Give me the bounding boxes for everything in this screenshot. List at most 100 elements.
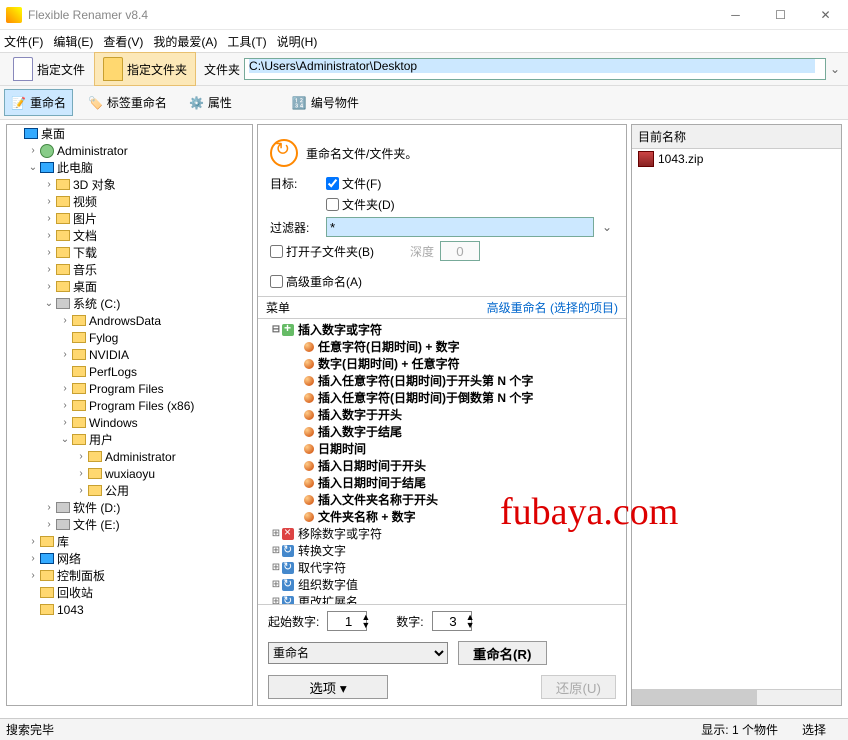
expand-icon[interactable]: ⊞ bbox=[270, 528, 282, 539]
folder-tree[interactable]: 桌面›Administrator⌄此电脑›3D 对象›视频›图片›文档›下载›音… bbox=[6, 124, 253, 706]
expand-icon[interactable]: › bbox=[43, 519, 55, 530]
number-objects-button[interactable]: 🔢 编号物件 bbox=[285, 89, 366, 116]
tree-item[interactable]: ›Windows bbox=[7, 414, 252, 431]
menu-tree-item[interactable]: 插入日期时间于开头 bbox=[258, 457, 626, 474]
tree-item[interactable]: ›3D 对象 bbox=[7, 176, 252, 193]
minimize-button[interactable]: ─ bbox=[713, 0, 758, 30]
rename-button[interactable]: 重命名(R) bbox=[458, 641, 547, 665]
menu-tree-item[interactable]: 插入文件夹名称于开头 bbox=[258, 491, 626, 508]
expand-icon[interactable]: › bbox=[59, 315, 71, 326]
menu-tree-item[interactable]: 插入日期时间于结尾 bbox=[258, 474, 626, 491]
menu-help[interactable]: 说明(H) bbox=[277, 33, 318, 50]
tree-item[interactable]: ›Administrator bbox=[7, 448, 252, 465]
expand-icon[interactable]: › bbox=[27, 570, 39, 581]
tree-item[interactable]: ›音乐 bbox=[7, 261, 252, 278]
menu-tree-item[interactable]: ⊞组织数字值 bbox=[258, 576, 626, 593]
open-subfolder-checkbox[interactable]: 打开子文件夹(B) bbox=[270, 243, 374, 260]
specify-file-button[interactable]: 指定文件 bbox=[4, 52, 94, 86]
expand-icon[interactable]: › bbox=[59, 349, 71, 360]
menu-tree-item[interactable]: ⊞移除数字或字符 bbox=[258, 525, 626, 542]
chevron-down-icon[interactable]: ⌄ bbox=[826, 62, 844, 76]
close-button[interactable]: ✕ bbox=[803, 0, 848, 30]
menu-tree-item[interactable]: 任意字符(日期时间) + 数字 bbox=[258, 338, 626, 355]
expand-icon[interactable]: ⊞ bbox=[270, 545, 282, 556]
menu-tree-item[interactable]: 插入数字于开头 bbox=[258, 406, 626, 423]
expand-icon[interactable]: ⌄ bbox=[27, 162, 39, 173]
spinner-icon[interactable]: ▲▼ bbox=[466, 613, 475, 629]
expand-icon[interactable]: ⊞ bbox=[270, 579, 282, 590]
menu-tree-item[interactable]: ⊞更改扩展名 bbox=[258, 593, 626, 604]
list-item[interactable]: 1043.zip bbox=[632, 149, 841, 169]
specify-folder-button[interactable]: 指定文件夹 bbox=[94, 52, 196, 86]
expand-icon[interactable]: › bbox=[43, 196, 55, 207]
tree-item[interactable]: ›文件 (E:) bbox=[7, 516, 252, 533]
tree-item[interactable]: 回收站 bbox=[7, 584, 252, 601]
target-folder-checkbox[interactable]: 文件夹(D) bbox=[326, 196, 395, 213]
path-input[interactable] bbox=[249, 59, 815, 73]
tree-item[interactable]: ›视频 bbox=[7, 193, 252, 210]
expand-icon[interactable]: ⊞ bbox=[270, 596, 282, 604]
rename-menu-tree[interactable]: ⊟插入数字或字符任意字符(日期时间) + 数字数字(日期时间) + 任意字符插入… bbox=[258, 318, 626, 604]
expand-icon[interactable]: › bbox=[59, 400, 71, 411]
advanced-rename-checkbox[interactable]: 高级重命名(A) bbox=[270, 273, 362, 290]
menu-tree-item[interactable]: ⊟插入数字或字符 bbox=[258, 321, 626, 338]
tree-item[interactable]: PerfLogs bbox=[7, 363, 252, 380]
column-header-name[interactable]: 目前名称 bbox=[632, 125, 841, 149]
menu-tools[interactable]: 工具(T) bbox=[227, 33, 266, 50]
expand-icon[interactable]: ⊟ bbox=[270, 324, 282, 335]
tree-item[interactable]: ›下载 bbox=[7, 244, 252, 261]
tree-item[interactable]: ›AndrowsData bbox=[7, 312, 252, 329]
tree-item[interactable]: ›网络 bbox=[7, 550, 252, 567]
menu-favorites[interactable]: 我的最爱(A) bbox=[153, 33, 217, 50]
expand-icon[interactable]: › bbox=[75, 485, 87, 496]
menu-tree-item[interactable]: 插入任意字符(日期时间)于倒数第 N 个字 bbox=[258, 389, 626, 406]
expand-icon[interactable]: ⌄ bbox=[43, 298, 55, 309]
tree-item[interactable]: ›软件 (D:) bbox=[7, 499, 252, 516]
tree-item[interactable]: ›桌面 bbox=[7, 278, 252, 295]
maximize-button[interactable]: ☐ bbox=[758, 0, 803, 30]
tree-item[interactable]: ›库 bbox=[7, 533, 252, 550]
expand-icon[interactable]: › bbox=[59, 417, 71, 428]
tree-item[interactable]: Fylog bbox=[7, 329, 252, 346]
expand-icon[interactable]: › bbox=[43, 179, 55, 190]
tree-item[interactable]: ›wuxiaoyu bbox=[7, 465, 252, 482]
tree-item[interactable]: ›公用 bbox=[7, 482, 252, 499]
expand-icon[interactable]: › bbox=[43, 502, 55, 513]
path-combobox[interactable] bbox=[244, 58, 826, 80]
attributes-button[interactable]: ⚙️ 属性 bbox=[182, 89, 239, 116]
expand-icon[interactable]: › bbox=[75, 468, 87, 479]
rename-mode-button[interactable]: 📝 重命名 bbox=[4, 89, 73, 116]
expand-icon[interactable]: › bbox=[75, 451, 87, 462]
tree-item[interactable]: 1043 bbox=[7, 601, 252, 618]
advanced-rename-link[interactable]: 高级重命名 (选择的项目) bbox=[487, 299, 618, 316]
tree-item[interactable]: ›文档 bbox=[7, 227, 252, 244]
expand-icon[interactable]: › bbox=[27, 553, 39, 564]
tree-item[interactable]: ›Administrator bbox=[7, 142, 252, 159]
menu-tree-item[interactable]: 插入数字于结尾 bbox=[258, 423, 626, 440]
tree-item[interactable]: 桌面 bbox=[7, 125, 252, 142]
menu-tree-item[interactable]: 插入任意字符(日期时间)于开头第 N 个字 bbox=[258, 372, 626, 389]
horizontal-scrollbar[interactable] bbox=[632, 689, 841, 705]
expand-icon[interactable]: › bbox=[43, 213, 55, 224]
tree-item[interactable]: ›NVIDIA bbox=[7, 346, 252, 363]
tree-item[interactable]: ⌄此电脑 bbox=[7, 159, 252, 176]
menu-tree-item[interactable]: ⊞转换文字 bbox=[258, 542, 626, 559]
action-select[interactable]: 重命名 bbox=[268, 642, 448, 664]
tag-rename-button[interactable]: 🏷️ 标签重命名 bbox=[81, 89, 174, 116]
options-button[interactable]: 选项 ▾ bbox=[268, 675, 388, 699]
expand-icon[interactable]: › bbox=[43, 264, 55, 275]
expand-icon[interactable]: ⊞ bbox=[270, 562, 282, 573]
menu-tree-item[interactable]: 数字(日期时间) + 任意字符 bbox=[258, 355, 626, 372]
chevron-down-icon[interactable]: ⌄ bbox=[600, 220, 614, 234]
expand-icon[interactable]: › bbox=[43, 281, 55, 292]
tree-item[interactable]: ⌄系统 (C:) bbox=[7, 295, 252, 312]
expand-icon[interactable]: › bbox=[43, 247, 55, 258]
target-file-checkbox[interactable]: 文件(F) bbox=[326, 175, 381, 192]
tree-item[interactable]: ›控制面板 bbox=[7, 567, 252, 584]
tree-item[interactable]: ›Program Files bbox=[7, 380, 252, 397]
spinner-icon[interactable]: ▲▼ bbox=[361, 613, 370, 629]
menu-view[interactable]: 查看(V) bbox=[103, 33, 143, 50]
tree-item[interactable]: ›图片 bbox=[7, 210, 252, 227]
expand-icon[interactable]: › bbox=[27, 536, 39, 547]
tree-item[interactable]: ⌄用户 bbox=[7, 431, 252, 448]
